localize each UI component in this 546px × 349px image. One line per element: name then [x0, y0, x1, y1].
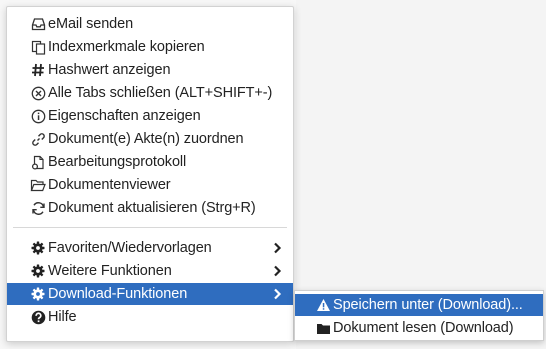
- menu-item-dokumentenviewer[interactable]: Dokumentenviewer: [7, 174, 293, 196]
- close-circle-icon: [30, 85, 46, 101]
- menu-item-favoriten-wiedervorlagen[interactable]: Favoriten/Wiedervorlagen: [7, 237, 293, 259]
- menu-item-label: Download-Funktionen: [48, 286, 188, 302]
- submenu-item-label: Dokument lesen (Download): [333, 320, 514, 336]
- chevron-right-icon: [271, 287, 283, 301]
- menu-item-label: Hilfe: [48, 309, 77, 325]
- refresh-icon: [30, 200, 46, 216]
- gear-icon: [30, 286, 46, 302]
- question-circle-icon: [30, 309, 46, 325]
- menu-item-label: Dokumentenviewer: [48, 177, 171, 193]
- chevron-right-icon: [271, 241, 283, 255]
- menu-item-download-funktionen[interactable]: Download-Funktionen: [7, 283, 293, 305]
- menu-item-hilfe[interactable]: Hilfe: [7, 306, 293, 328]
- menu-item-label: Alle Tabs schließen (ALT+SHIFT+-): [48, 85, 273, 101]
- info-circle-icon: [30, 108, 46, 124]
- hash-icon: [30, 62, 46, 78]
- menu-item-bearbeitungsprotokoll[interactable]: Bearbeitungsprotokoll: [7, 151, 293, 173]
- menu-item-alle-tabs-schliessen[interactable]: Alle Tabs schließen (ALT+SHIFT+-): [7, 82, 293, 104]
- context-menu: eMail senden Indexmerkmale kopieren Hash…: [6, 6, 294, 342]
- folder-icon: [315, 320, 331, 336]
- copy-icon: [30, 39, 46, 55]
- menu-item-label: Hashwert anzeigen: [48, 62, 171, 78]
- menu-item-label: Eigenschaften anzeigen: [48, 108, 201, 124]
- submenu-item-label: Speichern unter (Download)...: [333, 297, 523, 313]
- gear-icon: [30, 240, 46, 256]
- chevron-right-icon: [271, 264, 283, 278]
- menu-item-label: Favoriten/Wiedervorlagen: [48, 240, 212, 256]
- tray-icon: [30, 16, 46, 32]
- menu-item-label: Weitere Funktionen: [48, 263, 172, 279]
- menu-item-label: Indexmerkmale kopieren: [48, 39, 205, 55]
- menu-item-label: Bearbeitungsprotokoll: [48, 154, 187, 170]
- warning-triangle-icon: [315, 297, 331, 313]
- menu-item-weitere-funktionen[interactable]: Weitere Funktionen: [7, 260, 293, 282]
- download-submenu: Speichern unter (Download)... Dokument l…: [294, 290, 544, 341]
- menu-item-eigenschaften-anzeigen[interactable]: Eigenschaften anzeigen: [7, 105, 293, 127]
- menu-item-hashwert-anzeigen[interactable]: Hashwert anzeigen: [7, 59, 293, 81]
- menu-item-dokument-aktualisieren[interactable]: Dokument aktualisieren (Strg+R): [7, 197, 293, 219]
- submenu-item-speichern-unter[interactable]: Speichern unter (Download)...: [295, 294, 543, 316]
- folder-open-icon: [30, 177, 46, 193]
- menu-divider: [13, 227, 287, 228]
- menu-item-indexmerkmale-kopieren[interactable]: Indexmerkmale kopieren: [7, 36, 293, 58]
- menu-item-dokumente-akten-zuordnen[interactable]: Dokument(e) Akte(n) zuordnen: [7, 128, 293, 150]
- menu-item-email-senden[interactable]: eMail senden: [7, 13, 293, 35]
- submenu-item-dokument-lesen[interactable]: Dokument lesen (Download): [295, 317, 543, 339]
- audio-file-icon: [30, 154, 46, 170]
- gear-icon: [30, 263, 46, 279]
- menu-item-label: Dokument(e) Akte(n) zuordnen: [48, 131, 244, 147]
- menu-item-label: Dokument aktualisieren (Strg+R): [48, 200, 256, 216]
- menu-item-label: eMail senden: [48, 16, 134, 32]
- link-icon: [30, 131, 46, 147]
